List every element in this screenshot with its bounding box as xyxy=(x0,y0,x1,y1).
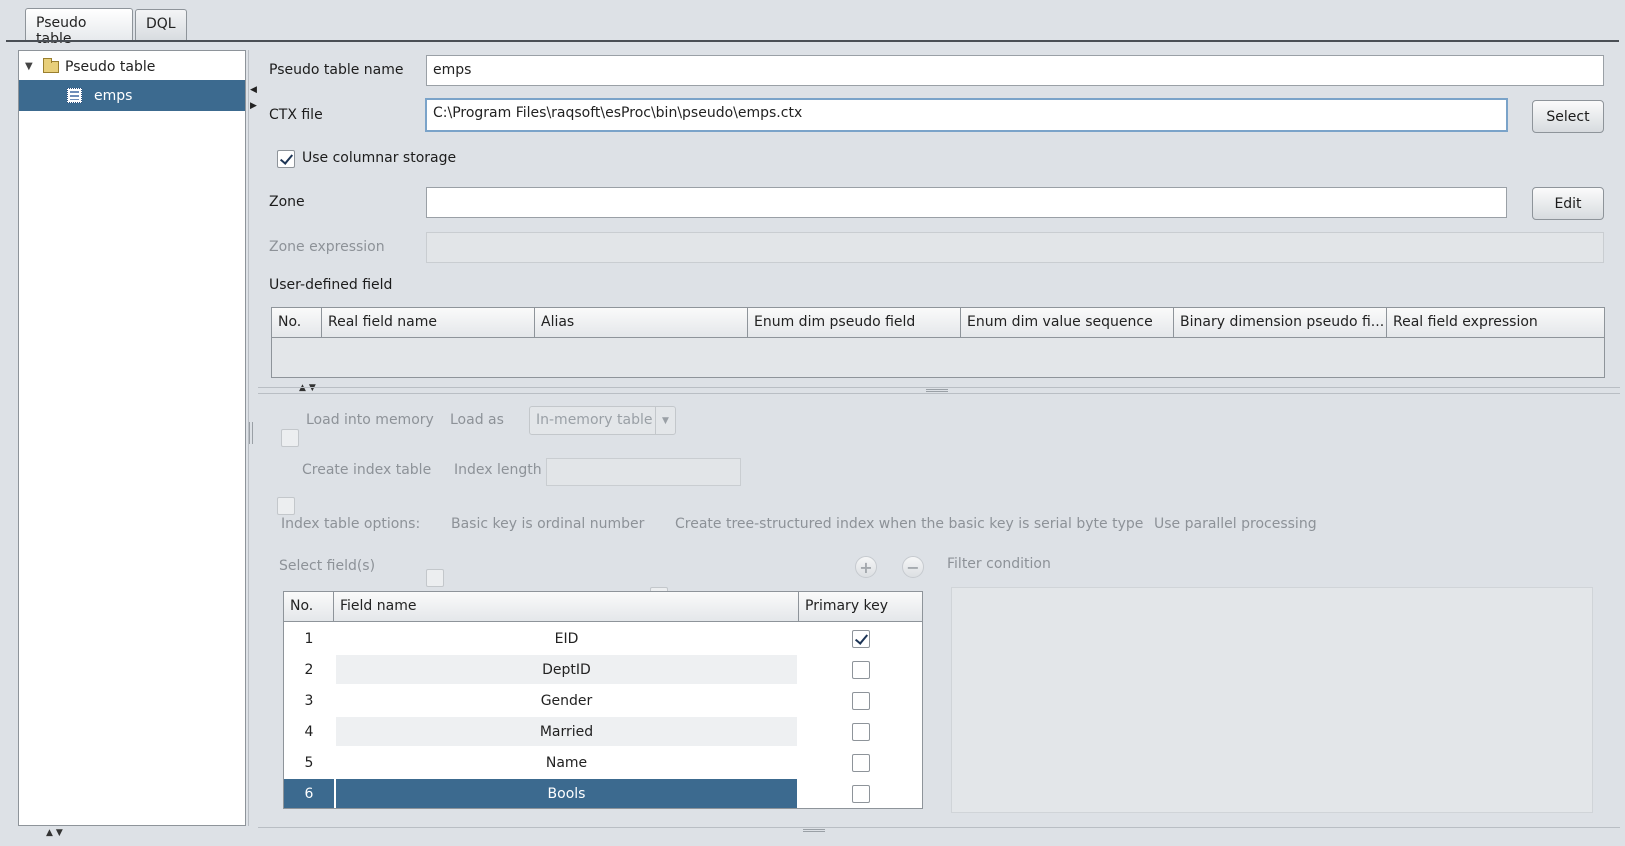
filter-condition-label: Filter condition xyxy=(947,556,1051,572)
folder-icon xyxy=(43,57,59,73)
primary-key-checkbox[interactable] xyxy=(851,660,870,679)
table-row[interactable]: 5 Name xyxy=(284,747,922,778)
load-as-select[interactable]: In-memory table ▼ xyxy=(529,406,676,435)
bottom-divider xyxy=(258,827,1620,828)
column-header-enum-dim-value-sequence[interactable]: Enum dim value sequence xyxy=(961,308,1174,338)
user-defined-field-label: User-defined field xyxy=(269,277,393,293)
collapse-toggle-icon[interactable]: ▼ xyxy=(25,61,39,72)
load-as-value: In-memory table xyxy=(536,412,653,428)
basic-key-checkbox[interactable] xyxy=(426,569,444,587)
row-number: 3 xyxy=(304,692,314,709)
row-number: 1 xyxy=(304,630,314,647)
columnar-storage-checkbox[interactable] xyxy=(277,150,295,168)
column-header-real-field-expression[interactable]: Real field expression xyxy=(1387,308,1604,338)
field-name-cell[interactable]: EID xyxy=(336,624,797,653)
pseudo-table-name-input[interactable]: emps xyxy=(426,55,1604,86)
tab-dql[interactable]: DQL xyxy=(135,9,187,40)
field-name-cell[interactable]: Name xyxy=(336,748,797,777)
tab-divider xyxy=(6,40,1619,43)
field-name-cell[interactable]: Married xyxy=(336,717,797,746)
primary-key-checkbox[interactable] xyxy=(851,784,870,803)
zone-expression-label: Zone expression xyxy=(269,239,385,255)
load-into-memory-checkbox[interactable] xyxy=(281,429,299,447)
pseudo-table-name-label: Pseudo table name xyxy=(269,62,404,78)
column-header-primary-key[interactable]: Primary key xyxy=(799,592,922,622)
column-header-no[interactable]: No. xyxy=(284,592,334,622)
user-defined-field-table[interactable]: No. Real field name Alias Enum dim pseud… xyxy=(271,307,1605,378)
tree-node-label: emps xyxy=(94,87,133,104)
parallel-processing-label: Use parallel processing xyxy=(1154,516,1317,532)
splitter-grip[interactable] xyxy=(926,389,948,392)
vertical-splitter[interactable]: ◀ ▶ xyxy=(248,50,257,826)
edit-button[interactable]: Edit xyxy=(1532,187,1604,220)
field-name-cell[interactable]: DeptID xyxy=(336,655,797,684)
bottom-splitter-grip[interactable] xyxy=(803,829,825,832)
table-row-selected[interactable]: 6 Bools xyxy=(284,778,922,809)
index-length-label: Index length xyxy=(454,462,542,478)
tree-node-root[interactable]: ▼ Pseudo table xyxy=(19,53,245,80)
tree-panel[interactable]: ▼ Pseudo table emps xyxy=(18,50,246,826)
create-index-table-label: Create index table xyxy=(302,462,432,478)
filter-condition-area xyxy=(951,587,1593,813)
primary-key-checkbox[interactable] xyxy=(851,629,870,648)
table-icon xyxy=(67,88,82,103)
expand-right-icon[interactable]: ▶ xyxy=(250,101,257,111)
index-length-input xyxy=(546,458,741,486)
select-fields-label: Select field(s) xyxy=(279,558,376,574)
column-header-alias[interactable]: Alias xyxy=(535,308,748,338)
field-name-cell[interactable]: Bools xyxy=(336,779,797,808)
column-header-enum-dim-pseudo-field[interactable]: Enum dim pseudo field xyxy=(748,308,961,338)
chevron-down-icon[interactable]: ▼ xyxy=(655,407,675,434)
table-row[interactable]: 3 Gender xyxy=(284,685,922,716)
primary-key-checkbox[interactable] xyxy=(851,753,870,772)
remove-field-button[interactable]: − xyxy=(902,556,924,578)
tree-node-emps[interactable]: emps xyxy=(19,80,245,111)
row-number: 2 xyxy=(304,661,314,678)
add-field-button[interactable]: + xyxy=(855,556,877,578)
table-row[interactable]: 1 EID xyxy=(284,623,922,654)
zone-expression-input xyxy=(426,232,1604,263)
horizontal-splitter[interactable] xyxy=(258,387,1620,394)
tab-pseudo-table[interactable]: Pseudo table xyxy=(25,8,133,47)
select-button[interactable]: Select xyxy=(1532,100,1604,133)
fields-table[interactable]: No. Field name Primary key 1 EID 2 DeptI… xyxy=(283,591,923,809)
basic-key-label: Basic key is ordinal number xyxy=(451,516,645,532)
primary-key-checkbox[interactable] xyxy=(851,722,870,741)
collapse-left-icon[interactable]: ◀ xyxy=(250,85,257,95)
tree-node-label: Pseudo table xyxy=(65,58,156,75)
zone-input[interactable] xyxy=(426,187,1507,218)
index-table-options-label: Index table options: xyxy=(281,516,421,532)
zone-label: Zone xyxy=(269,194,305,210)
table-row[interactable]: 2 DeptID xyxy=(284,654,922,685)
ctx-file-input[interactable]: C:\Program Files\raqsoft\esProc\bin\pseu… xyxy=(425,98,1508,132)
load-as-label: Load as xyxy=(450,412,504,428)
column-header-binary-dimension[interactable]: Binary dimension pseudo fi... xyxy=(1174,308,1387,338)
ctx-file-label: CTX file xyxy=(269,107,323,123)
column-header-no[interactable]: No. xyxy=(272,308,322,338)
tab-bar: Pseudo table DQL xyxy=(0,0,1625,47)
tree-resize-arrows-icon[interactable]: ▲▼ xyxy=(46,828,66,838)
column-header-real-field-name[interactable]: Real field name xyxy=(322,308,535,338)
create-index-table-checkbox[interactable] xyxy=(277,497,295,515)
columnar-storage-label: Use columnar storage xyxy=(302,150,457,166)
tree-index-label: Create tree-structured index when the ba… xyxy=(675,516,1144,532)
primary-key-checkbox[interactable] xyxy=(851,691,870,710)
load-into-memory-label: Load into memory xyxy=(306,412,434,428)
minus-icon: − xyxy=(906,557,920,577)
row-number: 5 xyxy=(304,754,314,771)
column-header-field-name[interactable]: Field name xyxy=(334,592,799,622)
splitter-grip[interactable] xyxy=(249,422,253,444)
row-number: 4 xyxy=(304,723,314,740)
plus-icon: + xyxy=(859,557,873,577)
row-number: 6 xyxy=(284,779,334,808)
field-name-cell[interactable]: Gender xyxy=(336,686,797,715)
table-row[interactable]: 4 Married xyxy=(284,716,922,747)
